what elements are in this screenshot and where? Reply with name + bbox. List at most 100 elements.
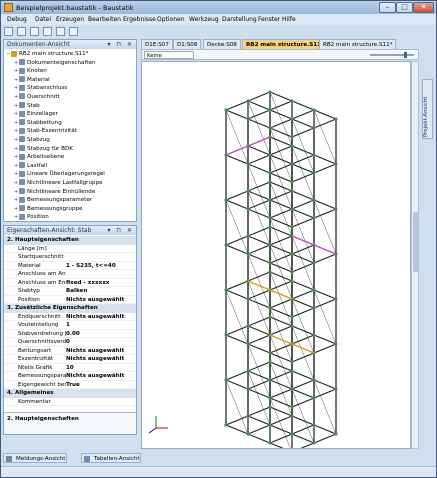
member-line[interactable] — [313, 118, 337, 129]
tree-item[interactable]: + Einzellager — [6, 110, 136, 119]
member-line[interactable] — [313, 163, 337, 174]
property-row[interactable]: Stabtyp Balken — [4, 287, 136, 296]
node-marker[interactable] — [268, 378, 272, 382]
member-line[interactable] — [291, 289, 315, 300]
tree-item[interactable]: + Bemessungsparameter — [6, 196, 136, 205]
member-line[interactable] — [247, 379, 271, 390]
node-marker[interactable] — [290, 387, 294, 391]
node-marker[interactable] — [334, 297, 338, 301]
property-value[interactable]: 0.00 — [66, 330, 80, 339]
node-marker[interactable] — [268, 225, 272, 229]
tree-item[interactable]: + Arbeitsebene — [6, 153, 136, 162]
node-marker[interactable] — [334, 162, 338, 166]
open-icon[interactable] — [16, 27, 26, 36]
node-marker[interactable] — [246, 252, 250, 256]
property-value[interactable]: Nichts ausgewählt — [66, 313, 124, 322]
member-line[interactable] — [269, 424, 293, 435]
tree-item[interactable]: + Knoten — [6, 67, 136, 76]
node-marker[interactable] — [268, 351, 272, 355]
member-line[interactable] — [269, 415, 293, 426]
scrollbar-thumb[interactable] — [413, 212, 418, 272]
tree-item[interactable]: + Stab-Exzentrizität — [6, 127, 136, 136]
node-marker[interactable] — [290, 324, 294, 328]
node-marker[interactable] — [224, 243, 228, 247]
node-marker[interactable] — [268, 243, 272, 247]
member-line[interactable] — [291, 244, 315, 255]
node-marker[interactable] — [290, 405, 294, 409]
node-marker[interactable] — [246, 234, 250, 238]
node-marker[interactable] — [246, 207, 250, 211]
member-line[interactable] — [269, 280, 293, 291]
menu-optionen[interactable]: Optionen — [157, 16, 185, 23]
menu-bearbeiten[interactable]: Bearbeiten — [88, 16, 121, 23]
tree-item[interactable]: + Stabzug — [6, 136, 136, 145]
node-marker[interactable] — [312, 333, 316, 337]
property-value[interactable]: 1 - S235, t<=40 — [66, 262, 116, 271]
node-marker[interactable] — [224, 378, 228, 382]
member-line[interactable] — [292, 442, 315, 449]
member-line[interactable] — [291, 100, 315, 111]
property-row[interactable]: Kommentar — [4, 398, 136, 406]
node-marker[interactable] — [268, 216, 272, 220]
node-marker[interactable] — [312, 441, 316, 445]
tree-item[interactable]: + Bemessungsgruppe — [6, 205, 136, 214]
node-marker[interactable] — [334, 342, 338, 346]
property-value[interactable]: 10 — [66, 364, 74, 373]
node-marker[interactable] — [290, 369, 294, 373]
node-marker[interactable] — [224, 288, 228, 292]
member-line[interactable] — [247, 244, 271, 255]
member-line[interactable] — [291, 154, 315, 165]
property-value[interactable]: 0 — [66, 338, 70, 347]
node-marker[interactable] — [290, 207, 294, 211]
property-row[interactable]: Bettungsart Nichts ausgewählt — [4, 347, 136, 355]
property-row[interactable]: Bemessungsparam.Nichts ausgewählt — [4, 372, 136, 381]
member-line[interactable] — [291, 415, 315, 426]
property-row[interactable]: Anschluss am Anf. — [4, 270, 136, 279]
member-line[interactable] — [269, 190, 293, 201]
property-value[interactable]: 1 — [66, 321, 70, 330]
menu-ergebnisse[interactable]: Ergebnisse — [123, 16, 156, 23]
tree-root[interactable]: − RB2 main structure.S11* — [6, 50, 136, 59]
tree-item[interactable]: + Stabbettung — [6, 119, 136, 128]
member-line[interactable] — [291, 127, 315, 138]
structure-model[interactable] — [142, 62, 411, 449]
member-line[interactable] — [313, 298, 337, 309]
node-marker[interactable] — [268, 180, 272, 184]
tree-item[interactable]: + Position — [6, 213, 136, 221]
menu-fenster[interactable]: Fenster — [258, 16, 280, 23]
property-row[interactable]: Position Nichts ausgewählt — [4, 296, 136, 304]
menu-datei[interactable]: Datei — [35, 16, 51, 23]
member-line[interactable] — [313, 343, 337, 354]
node-marker[interactable] — [312, 306, 316, 310]
member-line[interactable] — [269, 163, 293, 174]
tab-decke-s08[interactable]: Decke:S08 — [203, 39, 241, 49]
member-line[interactable] — [247, 154, 271, 165]
property-section[interactable]: 3. Zusätzliche Eigenschaften — [4, 304, 136, 313]
member-line[interactable] — [269, 235, 293, 246]
member-line[interactable] — [247, 226, 271, 237]
member-line[interactable] — [247, 424, 271, 435]
tree-item[interactable]: + Nichtlineare Einhüllende — [6, 188, 136, 197]
property-row[interactable]: Länge [m] — [4, 245, 136, 253]
member-line[interactable] — [291, 262, 315, 273]
node-marker[interactable] — [268, 90, 272, 94]
node-marker[interactable] — [290, 279, 294, 283]
node-marker[interactable] — [268, 198, 272, 202]
node-marker[interactable] — [290, 99, 294, 103]
node-marker[interactable] — [268, 315, 272, 319]
member-line[interactable] — [313, 208, 337, 219]
property-row[interactable]: Anschluss am End fixed - xxxxxx — [4, 279, 136, 288]
node-marker[interactable] — [290, 315, 294, 319]
member-line[interactable] — [247, 316, 271, 327]
property-row[interactable]: Querschnittsverdrehung0 — [4, 338, 136, 347]
node-marker[interactable] — [268, 441, 272, 445]
member-line[interactable] — [247, 406, 271, 417]
property-value[interactable]: fixed - xxxxxx — [66, 279, 109, 288]
property-row[interactable]: Nteils Grafik 10 — [4, 364, 136, 373]
node-marker[interactable] — [290, 360, 294, 364]
new-icon[interactable] — [4, 27, 13, 36]
property-value[interactable]: True — [66, 381, 80, 390]
node-marker[interactable] — [268, 405, 272, 409]
member-line[interactable] — [148, 427, 157, 434]
node-marker[interactable] — [312, 288, 316, 292]
